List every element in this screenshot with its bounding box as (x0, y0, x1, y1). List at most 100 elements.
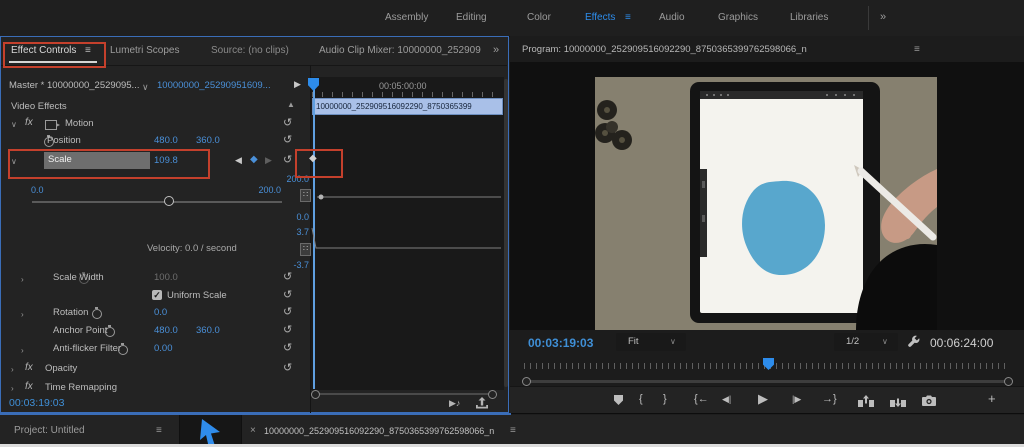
ecp-ruler-ticks[interactable] (312, 92, 502, 97)
reset-uniform-scale-icon[interactable]: ↺ (283, 290, 292, 301)
zoom-chevron-down-icon: ∨ (670, 337, 676, 346)
velocity-graph-toggle-icon[interactable]: ∷ (300, 243, 311, 256)
master-chevron-down-icon[interactable]: ∨ (142, 82, 149, 93)
reset-position-icon[interactable]: ↺ (283, 135, 292, 146)
program-scrollbar-track[interactable] (528, 380, 1008, 383)
position-x-value[interactable]: 480.0 (154, 135, 178, 146)
workspace-tab-graphics[interactable]: Graphics (718, 12, 758, 23)
anchor-point-y-value[interactable]: 360.0 (196, 325, 220, 336)
effects-tab-menu-icon[interactable]: ≡ (625, 12, 631, 23)
go-to-in-icon[interactable]: {← (694, 393, 709, 405)
uniform-scale-checkbox[interactable]: ✓ (152, 290, 162, 300)
scale-width-value[interactable]: 100.0 (154, 272, 178, 283)
project-panel-tab[interactable]: Project: Untitled ≡ (0, 415, 180, 447)
anchor-point-label[interactable]: Anchor Point (53, 325, 107, 336)
zoom-level-select[interactable]: Fit ∨ (616, 333, 686, 351)
workspace-tab-assembly[interactable]: Assembly (385, 12, 428, 23)
add-marker-icon[interactable] (614, 395, 623, 405)
anchor-point-x-value[interactable]: 480.0 (154, 325, 178, 336)
play-audio-icon[interactable]: ▶♪ (449, 398, 460, 409)
scale-width-expand-icon[interactable]: › (21, 275, 24, 284)
step-back-bar: | (728, 394, 732, 404)
position-label[interactable]: Position (47, 135, 81, 146)
reset-opacity-icon[interactable]: ↺ (283, 363, 292, 374)
scale-slider-track[interactable] (32, 201, 282, 203)
collapse-section-icon[interactable]: ▲ (287, 100, 295, 109)
rotation-value[interactable]: 0.0 (154, 307, 167, 318)
add-keyframe-icon[interactable]: ◆ (250, 154, 258, 165)
tab-lumetri-scopes[interactable]: Lumetri Scopes (110, 45, 179, 56)
scale-width-label[interactable]: Scale Width (53, 272, 104, 283)
workspace-tab-editing[interactable]: Editing (456, 12, 487, 23)
step-forward-icon[interactable]: |▶ (792, 394, 801, 405)
project-panel-menu-icon[interactable]: ≡ (156, 425, 162, 436)
next-keyframe-icon[interactable]: ▶ (265, 155, 272, 166)
reset-rotation-icon[interactable]: ↺ (283, 307, 292, 318)
opacity-expand-icon[interactable]: › (11, 365, 14, 374)
timeline-panel-tab[interactable]: × 10000000_252909516092290_8750365399762… (242, 415, 1024, 447)
ecp-vscrollbar[interactable] (504, 79, 508, 387)
anti-flicker-expand-icon[interactable]: › (21, 346, 24, 355)
rotation-expand-icon[interactable]: › (21, 310, 24, 319)
export-frame-camera-icon[interactable] (922, 395, 936, 406)
close-sequence-icon[interactable]: × (250, 425, 256, 436)
anti-flicker-value[interactable]: 0.00 (154, 343, 173, 354)
playback-resolution-select[interactable]: 1/2 ∨ (834, 333, 898, 351)
workspace-tab-libraries[interactable]: Libraries (790, 12, 828, 23)
procreate-sidebar (700, 169, 707, 257)
step-back-icon[interactable]: ◀| (722, 394, 731, 405)
motion-expand-icon[interactable]: ∨ (11, 120, 17, 129)
program-video-viewport[interactable] (510, 62, 1024, 330)
program-timecode[interactable]: 00:03:19:03 (528, 336, 593, 350)
reset-anti-flicker-icon[interactable]: ↺ (283, 343, 292, 354)
export-keyframes-icon[interactable] (475, 397, 489, 410)
ecp-hscrollbar-right-handle[interactable] (488, 390, 497, 399)
video-effects-header: Video Effects (11, 101, 67, 112)
rotation-stopwatch-icon[interactable] (92, 307, 103, 319)
position-y-value[interactable]: 360.0 (196, 135, 220, 146)
clip-selector-label[interactable]: 10000000_25290951609... (157, 80, 271, 91)
program-scrollbar-left-handle[interactable] (522, 377, 531, 386)
time-remapping-expand-icon[interactable]: › (11, 384, 14, 393)
panel-tab-overflow-chevron2[interactable]: » (493, 44, 499, 56)
ecp-playhead-timecode[interactable]: 00:03:19:03 (9, 397, 64, 409)
playback-resolution-value: 1/2 (846, 336, 860, 347)
master-clip-label[interactable]: Master * 10000000_2529095... (9, 80, 139, 91)
program-panel-menu-icon[interactable]: ≡ (914, 44, 920, 55)
anti-flicker-label[interactable]: Anti-flicker Filter (53, 343, 121, 354)
extract-icon[interactable] (890, 395, 906, 407)
value-graph-keyframe-dot[interactable] (318, 194, 324, 200)
reset-scale-width-icon[interactable]: ↺ (283, 272, 292, 283)
settings-wrench-icon[interactable] (907, 335, 920, 348)
motion-effect-label[interactable]: Motion (65, 118, 94, 129)
prev-keyframe-icon[interactable]: ◀ (235, 155, 242, 166)
opacity-effect-label[interactable]: Opacity (45, 363, 77, 374)
ecp-hscrollbar-left-handle[interactable] (311, 390, 320, 399)
timeline-panel-menu-icon[interactable]: ≡ (510, 425, 516, 436)
reset-scale-icon[interactable]: ↺ (283, 155, 292, 166)
ecp-timeline-clip-bar[interactable]: 10000000_252909516092290_8750365399 (312, 98, 503, 115)
button-editor-plus-icon[interactable]: + (988, 391, 996, 406)
value-graph-toggle-icon[interactable]: ∷ (300, 189, 311, 202)
time-remapping-label[interactable]: Time Remapping (45, 382, 117, 393)
mark-in-icon[interactable]: { (639, 393, 643, 405)
clip-nav-next-icon[interactable]: ▶ (294, 79, 301, 90)
go-to-out-icon[interactable]: →} (822, 393, 837, 405)
reset-anchor-point-icon[interactable]: ↺ (283, 325, 292, 336)
lift-icon[interactable] (858, 395, 874, 407)
workspace-tab-audio[interactable]: Audio (659, 12, 685, 23)
selection-tool-icon[interactable] (198, 419, 222, 447)
reset-motion-icon[interactable]: ↺ (283, 118, 292, 129)
program-scrollbar-right-handle[interactable] (1004, 377, 1013, 386)
mark-out-icon[interactable]: } (663, 393, 667, 405)
keyframe-graph (311, 194, 501, 249)
workspace-overflow-chevron[interactable]: » (880, 11, 886, 23)
rotation-label[interactable]: Rotation (53, 307, 88, 318)
ecp-hscrollbar-track[interactable] (316, 393, 492, 395)
play-button-icon[interactable]: ▶ (758, 391, 768, 407)
tab-audio-clip-mixer[interactable]: Audio Clip Mixer: 10000000_252909 (319, 45, 481, 56)
scale-slider-handle[interactable] (164, 196, 174, 206)
tab-source[interactable]: Source: (no clips) (211, 45, 289, 56)
workspace-tab-effects[interactable]: Effects (585, 12, 615, 23)
workspace-tab-color[interactable]: Color (527, 12, 551, 23)
